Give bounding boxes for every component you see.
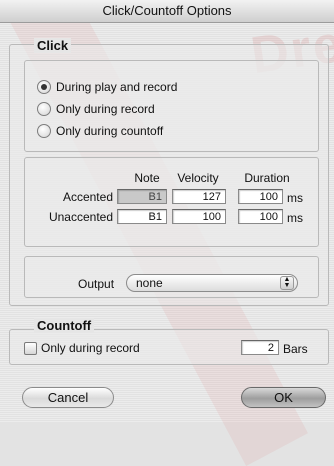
unaccented-duration-field[interactable]: 100 <box>238 209 283 224</box>
accented-duration-field[interactable]: 100 <box>238 189 283 204</box>
checkbox-label: Only during record <box>41 341 140 355</box>
updown-arrows-icon: ▲ ▼ <box>280 276 294 290</box>
unaccented-velocity-field[interactable]: 100 <box>172 209 226 224</box>
title-bar: Click/Countoff Options <box>0 0 334 23</box>
radio-button[interactable] <box>37 124 51 138</box>
window-title: Click/Countoff Options <box>102 3 232 18</box>
output-popup-value: none <box>136 276 163 290</box>
column-header-velocity: Velocity <box>177 171 219 185</box>
unaccented-note-field[interactable]: B1 <box>117 209 167 224</box>
radio-label: Only during record <box>56 102 155 116</box>
accented-duration-unit: ms <box>287 191 303 205</box>
accented-note-field[interactable]: B1 <box>117 189 167 204</box>
column-header-note: Note <box>134 171 160 185</box>
bars-unit: Bars <box>283 342 308 356</box>
dialog-window: Dre Click/Countoff Options Click During … <box>0 0 334 466</box>
bars-field[interactable]: 2 <box>241 340 279 355</box>
output-popup[interactable]: none ▲ ▼ <box>126 274 298 292</box>
countoff-legend: Countoff <box>34 318 95 333</box>
radio-button[interactable] <box>37 102 51 116</box>
radio-only-during-countoff[interactable]: Only during countoff <box>37 123 163 139</box>
column-header-duration: Duration <box>244 171 290 185</box>
accented-velocity-field[interactable]: 127 <box>172 189 226 204</box>
radio-button[interactable] <box>37 80 51 94</box>
cancel-button[interactable]: Cancel <box>22 387 114 408</box>
click-legend: Click <box>34 38 72 53</box>
row-label-accented: Accented <box>62 190 113 204</box>
output-label: Output <box>78 277 115 291</box>
radio-during-play-and-record[interactable]: During play and record <box>37 79 177 95</box>
radio-label: Only during countoff <box>56 124 164 138</box>
radio-label: During play and record <box>56 80 178 94</box>
radio-only-during-record[interactable]: Only during record <box>37 101 155 117</box>
only-during-record-checkbox[interactable] <box>24 342 37 355</box>
unaccented-duration-unit: ms <box>287 211 303 225</box>
ok-button[interactable]: OK <box>241 387 326 408</box>
row-label-unaccented: Unaccented <box>48 210 113 224</box>
